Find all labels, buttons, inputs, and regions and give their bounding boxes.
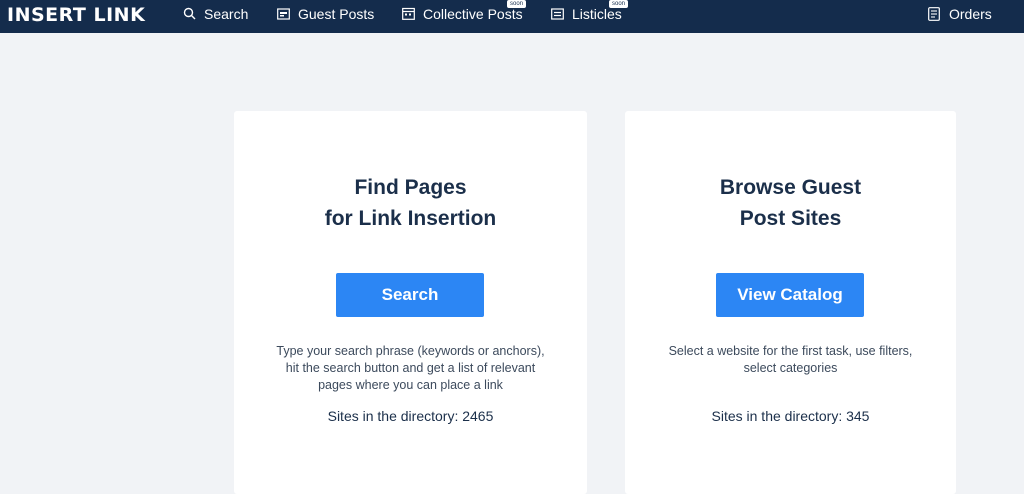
- soon-badge: soon: [609, 0, 629, 8]
- view-catalog-button[interactable]: View Catalog: [716, 273, 864, 317]
- nav-orders-label: Orders: [949, 5, 992, 22]
- card-title: Find Pages for Link Insertion: [234, 172, 587, 234]
- card-title-line: Post Sites: [739, 207, 842, 230]
- nav-search[interactable]: Search: [182, 0, 248, 27]
- card-title-line: for Link Insertion: [324, 207, 497, 230]
- nav-orders[interactable]: Orders: [927, 0, 992, 27]
- soon-badge: soon: [507, 0, 527, 8]
- nav-guest-posts-label: Guest Posts: [298, 5, 375, 22]
- image-icon: [276, 7, 290, 21]
- logo[interactable]: INSERT LINK: [7, 4, 145, 26]
- card-description-line: pages where you can place a link: [318, 378, 503, 392]
- card-description-line: Type your search phrase (keywords or anc…: [276, 344, 545, 358]
- card-description-line: hit the search button and get a list of …: [285, 361, 536, 375]
- card-description: Type your search phrase (keywords or anc…: [254, 343, 567, 394]
- card-title-line: Browse Guest: [719, 176, 862, 199]
- nav-search-label: Search: [204, 5, 249, 22]
- card-description-line: Select a website for the first task, use…: [668, 344, 913, 358]
- guest-post-card: Browse Guest Post Sites View Catalog Sel…: [625, 111, 956, 494]
- sites-count: Sites in the directory: 345: [711, 408, 870, 424]
- search-icon: [182, 7, 196, 21]
- card-description-line: select categories: [743, 361, 838, 375]
- sites-count: Sites in the directory: 2465: [327, 408, 494, 424]
- nav-collective-posts[interactable]: Collective Posts: [401, 0, 523, 27]
- list-icon: [550, 7, 564, 21]
- top-navigation-bar: INSERT LINK Search Guest Posts Collectiv…: [0, 0, 1024, 33]
- card-description: Select a website for the first task, use…: [645, 343, 936, 377]
- card-title-line: Find Pages: [354, 176, 467, 199]
- nav-guest-posts[interactable]: Guest Posts: [276, 0, 374, 27]
- calendar-icon: [401, 7, 415, 21]
- card-title: Browse Guest Post Sites: [625, 172, 956, 234]
- document-icon: [927, 6, 941, 21]
- link-insertion-card: Find Pages for Link Insertion Search Typ…: [234, 111, 587, 494]
- search-button[interactable]: Search: [336, 273, 484, 317]
